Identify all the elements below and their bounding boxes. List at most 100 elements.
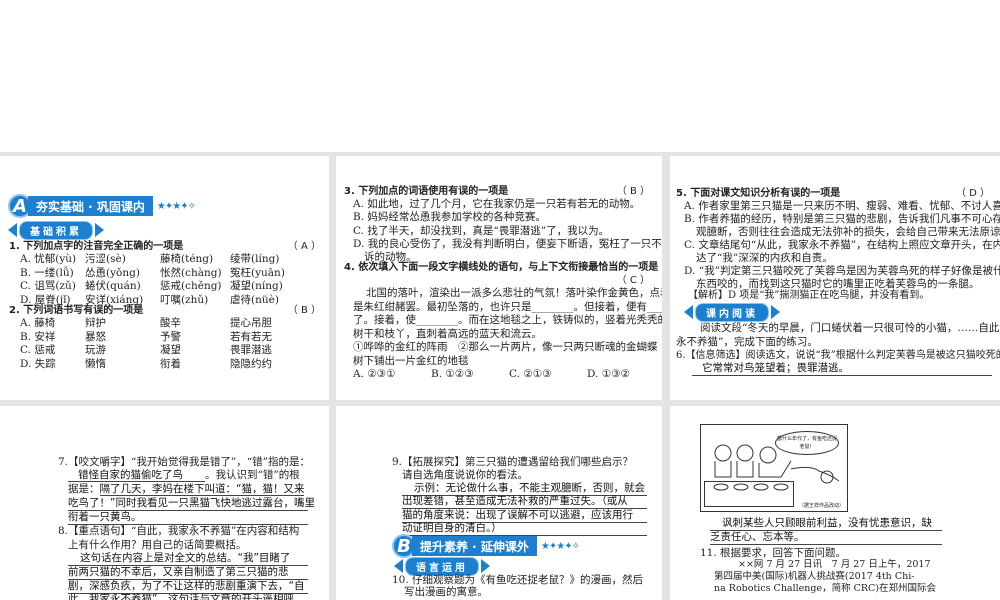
option-cell: 凝望(níng): [230, 280, 283, 292]
question-7-line: 错怪自家的猫偷吃了鸟 。我认识到“错”的根: [68, 469, 300, 482]
answer-7a: 错怪自家的猫偷吃了鸟: [68, 469, 205, 482]
subsection-label: 语言运用: [405, 556, 479, 576]
text-line: A. 如此地，过了几个月，它在我家仍是一只若有若无的动物。: [353, 198, 641, 210]
option-cell: 若有若无: [230, 330, 272, 343]
stars-icon: ★✦★✦✧: [540, 540, 580, 552]
subsection-label: 基础积累: [19, 220, 93, 240]
cartoon-caption: （据王祥作品改动）: [798, 503, 844, 509]
triangle-left-icon: [394, 559, 403, 573]
option-cell: 衔着: [160, 357, 181, 370]
question-7-text: 据是：: [68, 483, 100, 495]
text-line: B. 作者养猫的经历，特别是第三只猫的悲剧，告诉我们凡事不可心存偏见，主: [684, 213, 1000, 225]
triangle-right-icon: [95, 223, 104, 237]
page-panel-1: A 夯实基础 · 巩固课内 ★✦★✦✧ 基础积累 1. 下列加点字的注音完全正确…: [0, 156, 329, 400]
text-line: 是朱红绀赭罢。最初坠落的，也许只是________。但接着，便有________: [353, 300, 662, 313]
answer-1: （ A ）: [287, 241, 321, 252]
text-line: 此，我家永不养猫”。这句话与文章的开头遥相呼: [68, 593, 308, 600]
option-cell: 冤枉(yuān): [230, 266, 285, 279]
question-5: 5. 下面对课文知识分析有误的一项是: [676, 188, 841, 199]
reading-line: 阅读文段“冬天的早晨，门口蜷伏着一只很可怜的小猫，……自此，我家: [700, 322, 1000, 334]
answer-5: （ D ）: [955, 188, 990, 199]
page-panel-4: 7.【咬文嚼字】“我开始觉得我是错了”，“错”指的是： 错怪自家的猫偷吃了鸟 。我…: [0, 406, 329, 600]
triangle-left-icon: [684, 305, 693, 319]
option-cell: 藤椅(téng): [160, 253, 214, 265]
text-line: 这句话在内容上是对全文的总结。“我”目睹了: [68, 552, 308, 566]
triangle-right-icon: [771, 305, 780, 319]
option-cell: C. 诅骂(zǔ): [20, 280, 76, 292]
answer-4: （ C ）: [616, 275, 650, 286]
section-b-header: B 提升素养 · 延伸课外 ★✦★✦✧: [392, 534, 580, 558]
reading-line: 永不养猫”，完成下面的练习。: [676, 336, 818, 348]
section-title: 提升素养 · 延伸课外: [412, 536, 537, 556]
text-line: 示例：无论做什么事，不能主观臆断，否则，就会: [402, 482, 647, 496]
text-line: 了。接着，使________。而在这地毯之上，铁铸似的，竖着光秃秃的疏落的: [353, 314, 662, 326]
option-cell: 怂恿(yǒng): [85, 266, 140, 279]
question-7: 7.【咬文嚼字】“我开始觉得我是错了”，“错”指的是：: [58, 456, 310, 468]
triangle-left-icon: [8, 223, 17, 237]
page-panel-6: 都什么年代了，有鱼吃还捉老鼠！ （据王祥作品改动） 讽刺某些人只顾眼前利益，没有…: [670, 406, 1000, 600]
answer-7b: 隔了几天，李妈在楼下叫道：“猫，猫！又来: [99, 483, 305, 496]
question-10: 写出漫画的寓意。: [404, 586, 488, 598]
option-cell: A. 藤椅: [20, 317, 56, 329]
question-11: 11. 根据要求，回答下面问题。: [700, 547, 847, 559]
option-cell: B. 安祥: [20, 330, 56, 343]
option-cell: 隐隐约约: [230, 357, 272, 370]
option-cell: 污涩(sè): [85, 253, 126, 265]
option-cell: 懒惰: [85, 357, 106, 370]
answer-10: 讽刺某些人只顾眼前利益，没有忧患意识，缺: [710, 517, 942, 531]
news-line: na Robotics Challenge，简称 CRC)在郑州国际会: [714, 583, 937, 594]
option-cell: 予警: [160, 330, 181, 343]
text-line: 树下铺出一片金红的地毯: [353, 354, 469, 367]
text-line: 北国的落叶，渲染出一派多么悲壮的气氛！落叶染作金黄色，点着竟: [366, 287, 662, 299]
cartoon-image: 都什么年代了，有鱼吃还捉老鼠！ （据王祥作品改动）: [700, 424, 848, 512]
option-cell: C. 惩戒: [20, 344, 56, 356]
subsection-label: 课内阅读: [695, 302, 769, 322]
triangle-right-icon: [481, 559, 490, 573]
text-line: 达了“我”深深的内疚和自责。: [696, 252, 833, 264]
text-line: A. 作者家里第三只猫是一只来历不明、瘦弱、难看、忧郁、不讨人喜欢的花猫。: [684, 200, 1000, 212]
option-cell: 惩戒(chěng): [160, 280, 222, 292]
answer-6: 它常常对鸟笼望着；畏罪潜逃。: [692, 362, 992, 376]
text-line: B. 妈妈经常怂恿我参加学校的各种竞赛。: [353, 211, 546, 224]
question-8: 上有什么作用？用自己的话简要概括。: [68, 539, 247, 551]
option-cell: 凝望: [160, 344, 181, 356]
answer-2: （ B ）: [287, 305, 321, 316]
question-7-text: 。我认识到“错”的根: [205, 469, 300, 481]
text-line: 动证明自身的清白。）: [402, 522, 647, 536]
option-cell: 绫带(líng): [230, 253, 280, 265]
option-cell: 酸辛: [160, 317, 181, 329]
text-line: 观臆断，否则往往会造成无法弥补的损失，会给自己带来无法原谅的错误。: [696, 226, 1000, 238]
answer-10: 乏责任心、忘本等。: [710, 531, 942, 545]
page-panel-2: 3. 下列加点的词语使用有误的一项是 （ B ） A. 如此地，过了几个月，它在…: [336, 156, 662, 400]
text-line: 剧，深感负疚，为了不让这样的悲剧重演下去，“自: [68, 580, 308, 594]
page-panel-3: 5. 下面对课文知识分析有误的一项是 （ D ） A. 作者家里第三只猫是一只来…: [670, 156, 1000, 400]
text-line: 树干和枝丫，直刺着高远的蓝天和流云。: [353, 327, 542, 340]
text-line: D. “我”判定第三只猫咬死了芙蓉鸟是因为芙蓉鸟死的样子好像是被什么: [684, 265, 1000, 277]
section-title: 夯实基础 · 巩固课内: [28, 196, 153, 216]
option-cell: 虐待(nüè): [230, 293, 279, 306]
option: A. ②③①: [353, 368, 396, 380]
option-cell: 玩游: [85, 344, 106, 356]
text-line: 前两只猫的不幸后，又亲自制造了第三只猫的悲: [68, 566, 308, 580]
answer-3: （ B ）: [616, 186, 650, 197]
question-2: 2. 下列词语书写有误的一项是: [9, 305, 144, 316]
option: B. ①②③: [431, 368, 474, 380]
question-6: 6.【信息筛选】阅读选文，说说“我”根据什么判定芙蓉鸟是被这只猫咬死的？: [676, 350, 1000, 361]
answer-7b: 衔着一只黄鸟。: [68, 511, 308, 525]
option-cell: 蜷伏(quán): [85, 280, 141, 292]
news-line: 第四届中美(国际)机器人挑战赛(2017 4th Chi-: [714, 571, 915, 582]
text-line: D. 我的良心受伤了，我没有判断明白，便妄下断语，冤枉了一只不能说话辩: [353, 237, 662, 250]
question-9: 9.【拓展探究】第三只猫的遭遇留给我们哪些启示？: [392, 456, 634, 468]
section-a-header: A 夯实基础 · 巩固课内 ★✦★✦✧: [8, 194, 196, 218]
text-line: ①哗哗的金红的阵雨 ②那么一片两片，像一只两只断魂的金蝴蝶 ③在: [353, 341, 662, 353]
text-line: C. 文章结尾句“从此，我家永不养猫”，在结构上照应文章开头，在内容上表: [684, 239, 1000, 251]
page-panel-5: 9.【拓展探究】第三只猫的遭遇留给我们哪些启示？ 请自选角度说说你的看法。 示例…: [336, 406, 662, 600]
table-drawing: [704, 481, 794, 507]
option-cell: 提心吊胆: [230, 317, 272, 329]
news-line: ××网 7 月 27 日讯 7 月 27 日上午，2017: [738, 559, 931, 570]
option-cell: 叮嘱(zhǔ): [160, 293, 209, 306]
option-cell: A. 忧郁(yù): [20, 253, 77, 265]
question-1: 1. 下列加点字的注音完全正确的一项是: [9, 241, 184, 252]
option-cell: 怅然(chàng): [160, 266, 222, 279]
option-cell: 辩护: [85, 317, 106, 329]
